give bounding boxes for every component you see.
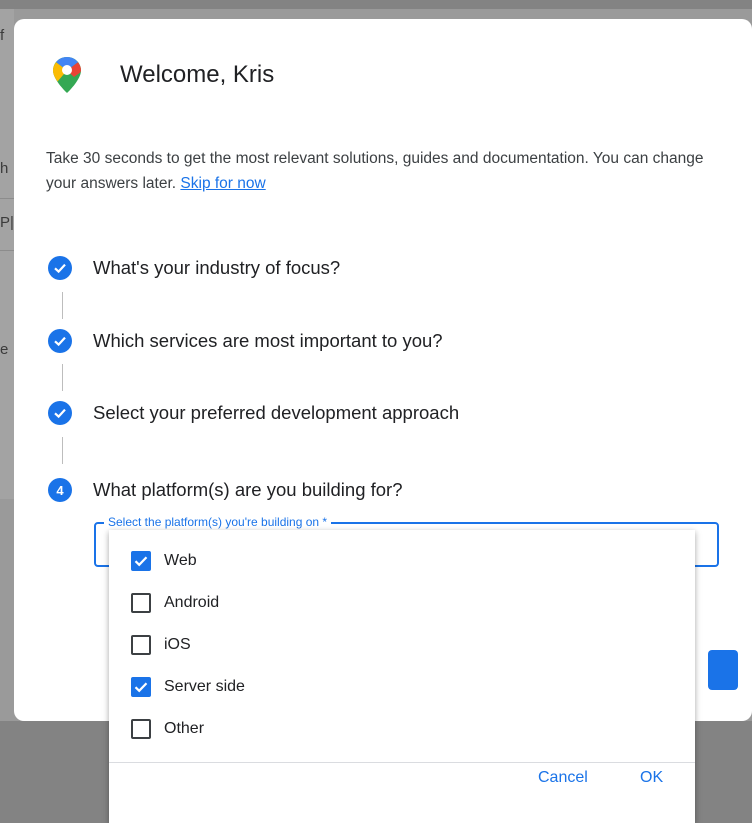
step-label: Select your preferred development approa… [93,402,460,423]
background-sidebar [0,9,14,499]
platform-dropdown-panel: Web Android iOS Server side Other Cancel… [109,530,695,823]
checkbox-unchecked[interactable] [131,635,151,655]
check-icon [134,556,148,567]
panel-divider [109,762,695,763]
check-icon [134,682,148,693]
option-label: Android [164,594,220,611]
next-button[interactable] [708,650,738,690]
checkbox-unchecked[interactable] [131,593,151,613]
background-text-fragment: e [0,341,9,358]
step-label: What platform(s) are you building for? [93,479,403,500]
skip-for-now-link[interactable]: Skip for now [180,175,265,192]
option-other[interactable]: Other [109,708,695,750]
option-android[interactable]: Android [109,582,695,624]
dialog-title: Welcome, Kris [120,61,275,88]
option-label: Other [164,720,205,737]
background-divider [0,250,14,251]
option-ios[interactable]: iOS [109,624,695,666]
background-text-fragment: P| [0,214,14,231]
background-text-fragment: f [0,27,5,44]
step-connector [62,364,63,391]
cancel-button[interactable]: Cancel [538,758,588,798]
step-connector [62,292,63,319]
google-maps-pin-icon [53,57,81,93]
step-label: What's your industry of focus? [93,257,341,278]
checkbox-unchecked[interactable] [131,719,151,739]
check-circle-icon [48,401,72,425]
intro-text: Take 30 seconds to get the most relevant… [46,146,736,196]
check-circle-icon [48,256,72,280]
option-label: Server side [164,678,245,695]
background-text-fragment: h [0,160,9,177]
checkbox-checked[interactable] [131,551,151,571]
checkbox-checked[interactable] [131,677,151,697]
background-divider [0,198,14,199]
step-label: Which services are most important to you… [93,330,443,351]
option-label: Web [164,552,197,569]
step-number-badge: 4 [48,478,72,502]
option-server-side[interactable]: Server side [109,666,695,708]
check-circle-icon [48,329,72,353]
step-connector [62,437,63,464]
option-label: iOS [164,636,191,653]
intro-description: Take 30 seconds to get the most relevant… [46,150,704,192]
platform-select-label: Select the platform(s) you're building o… [104,515,332,529]
ok-button[interactable]: OK [640,758,663,798]
option-web[interactable]: Web [109,540,695,582]
